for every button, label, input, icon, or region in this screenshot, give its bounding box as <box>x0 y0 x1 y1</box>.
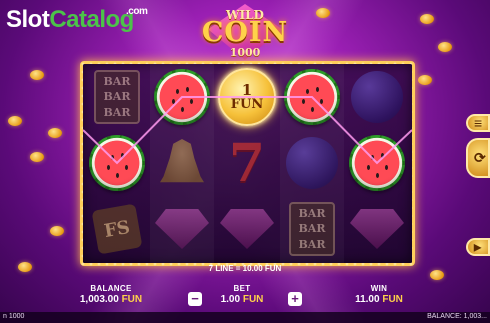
site-logo-part2: Catalog <box>49 6 134 33</box>
seven-symbol: 7 <box>228 132 266 194</box>
bar-text: BAR <box>103 90 131 104</box>
reel-cell: BAR BAR BAR <box>85 64 149 130</box>
bar-text: BAR <box>103 105 131 119</box>
reel-cell <box>345 130 409 196</box>
reel-cell <box>215 196 279 262</box>
footer-game-name: n 1000 <box>3 313 25 320</box>
free-spins-symbol: FS <box>91 203 143 255</box>
reel-1: BAR BAR BAR FS <box>85 64 149 263</box>
balance-display: BALANCE 1,003.00 FUN <box>66 284 156 305</box>
background-coin <box>50 226 64 236</box>
reel-cell <box>150 196 214 262</box>
game-logo-main: COIN <box>201 17 289 48</box>
site-logo-suffix: .com <box>126 6 148 17</box>
plum-symbol <box>351 71 403 123</box>
game-logo-bottom: 1000 <box>229 46 261 59</box>
bar-text: BAR <box>298 237 326 251</box>
background-coin <box>438 42 452 52</box>
site-logo-part1: Slot <box>6 6 50 33</box>
background-coin <box>316 8 330 18</box>
reel-cell <box>150 130 214 196</box>
balance-amount: 1,003.00 <box>79 294 119 305</box>
balance-currency: FUN <box>121 294 143 305</box>
footer-balance: BALANCE: 1,003... <box>427 313 487 320</box>
reel-cell: 1 FUN <box>215 64 279 130</box>
bet-label: BET <box>233 284 251 293</box>
decrease-bet-button[interactable]: − <box>188 292 202 306</box>
watermelon-symbol <box>349 135 405 191</box>
win-currency: FUN <box>382 294 403 305</box>
background-coin <box>420 14 434 24</box>
background-coin <box>418 75 432 85</box>
increase-bet-button[interactable]: + <box>288 292 302 306</box>
reel-cell: 7 <box>215 130 279 196</box>
plum-symbol <box>286 137 338 189</box>
bar-symbol: BAR BAR BAR <box>94 70 140 124</box>
win-amount: 11.00 <box>355 294 380 305</box>
bar-text: BAR <box>298 222 326 236</box>
menu-icon: ≡ <box>474 115 483 131</box>
reel-3: 1 FUN 7 <box>215 64 279 263</box>
autoplay-button[interactable]: ▸ <box>466 238 490 256</box>
spin-icon: ⟳ <box>474 149 486 166</box>
bar-text: BAR <box>298 207 326 221</box>
coin-value: 1 <box>241 81 253 99</box>
gem-symbol <box>220 209 274 249</box>
bottom-bar: BALANCE 1,003.00 FUN BET 1.00 FUN WIN 11… <box>0 284 490 312</box>
coin-currency: FUN <box>230 97 264 112</box>
autoplay-icon: ▸ <box>474 238 482 255</box>
background-coin <box>30 70 44 80</box>
win-label: WIN <box>370 284 388 293</box>
bar-text: BAR <box>103 75 131 89</box>
coin-symbol: 1 FUN <box>218 68 276 126</box>
reel-area: BAR BAR BAR FS 1 FUN 7 BAR BAR BAR <box>79 60 416 267</box>
spin-button[interactable]: ⟳ <box>466 138 490 178</box>
reel-cell <box>345 196 409 262</box>
background-coin <box>48 128 62 138</box>
bar-symbol: BAR BAR BAR <box>289 202 335 256</box>
reel-cell <box>345 64 409 130</box>
site-logo: SlotCatalog .com <box>6 6 148 33</box>
reel-5 <box>345 64 409 263</box>
bet-amount: 1.00 <box>220 294 241 305</box>
reel-cell <box>150 64 214 130</box>
bet-currency: FUN <box>242 294 264 305</box>
footer-bar: n 1000 BALANCE: 1,003... <box>0 312 490 323</box>
game-logo: WILD COIN 1000 <box>186 2 304 62</box>
menu-button[interactable]: ≡ <box>466 114 490 132</box>
gem-symbol <box>350 209 404 249</box>
reel-cell: FS <box>85 196 149 262</box>
balance-label: BALANCE <box>90 284 132 293</box>
win-line-text: 7 LINE = 10.00 FUN <box>208 264 282 273</box>
reel-cell <box>85 130 149 196</box>
reel-cell: BAR BAR BAR <box>280 196 344 262</box>
watermelon-symbol <box>154 69 210 125</box>
watermelon-symbol <box>284 69 340 125</box>
watermelon-symbol <box>89 135 145 191</box>
reel-cell <box>280 64 344 130</box>
bet-display: BET 1.00 FUN <box>212 284 272 305</box>
reel-2 <box>150 64 214 263</box>
background-coin <box>30 152 44 162</box>
gem-symbol <box>155 209 209 249</box>
reel-cell <box>280 130 344 196</box>
reel-4: BAR BAR BAR <box>280 64 344 263</box>
win-display: WIN 11.00 FUN <box>344 284 414 305</box>
background-coin <box>8 116 22 126</box>
bell-symbol <box>160 139 204 183</box>
